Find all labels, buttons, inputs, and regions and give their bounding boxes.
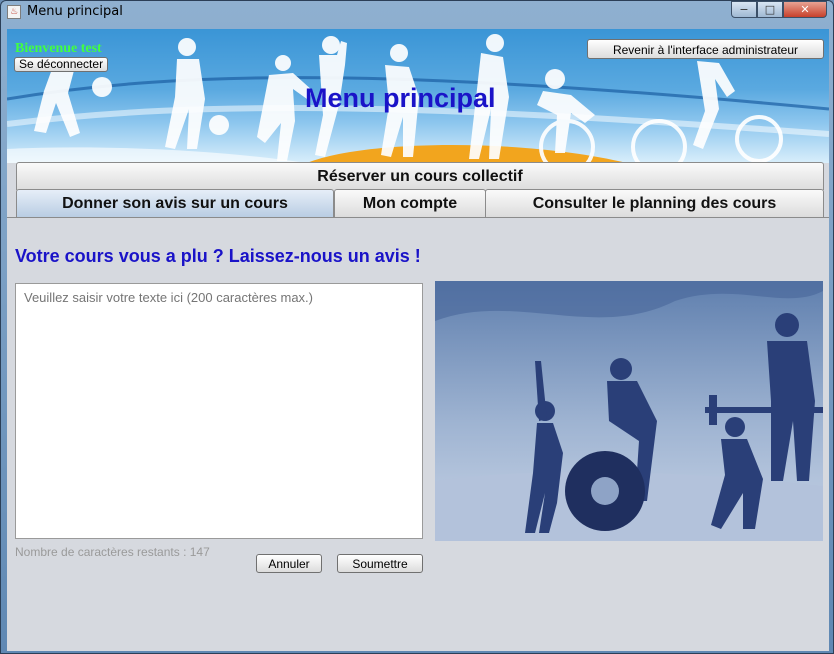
tab-reserver-cours[interactable]: Réserver un cours collectif	[16, 162, 824, 190]
tab-mon-compte[interactable]: Mon compte	[334, 189, 486, 217]
remaining-characters-counter: Nombre de caractères restants : 147	[15, 545, 210, 559]
review-heading: Votre cours vous a plu ? Laissez-nous un…	[15, 246, 421, 266]
application-window: ♨ Menu principal − □ ✕ Bienvenue test Se…	[0, 0, 834, 654]
tab-consulter-planning[interactable]: Consulter le planning des cours	[485, 189, 824, 217]
maximize-button[interactable]: □	[757, 1, 783, 18]
window-title: Menu principal	[27, 4, 123, 19]
close-button[interactable]: ✕	[783, 1, 827, 18]
fitness-photo	[435, 281, 823, 541]
java-cup-icon: ♨	[7, 5, 21, 19]
submit-button[interactable]: Soumettre	[337, 554, 423, 573]
fitness-group-image	[435, 281, 823, 541]
tab-donner-avis[interactable]: Donner son avis sur un cours	[16, 189, 334, 217]
banner-title: Menu principal	[305, 83, 496, 113]
minimize-button[interactable]: −	[731, 1, 757, 18]
cancel-button[interactable]: Annuler	[256, 554, 322, 573]
logout-button[interactable]: Se déconnecter	[14, 57, 109, 72]
sports-banner: Bienvenue test Se déconnecter Revenir à …	[7, 29, 829, 163]
welcome-message: Bienvenue test	[15, 41, 102, 56]
title-bar[interactable]: ♨ Menu principal − □ ✕	[1, 1, 833, 23]
client-area: Bienvenue test Se déconnecter Revenir à …	[7, 29, 829, 651]
tab-divider	[7, 217, 829, 218]
counter-label: Nombre de caractères restants : 147	[15, 545, 210, 559]
window-controls: − □ ✕	[731, 1, 827, 19]
admin-interface-button[interactable]: Revenir à l'interface administrateur	[587, 39, 824, 59]
review-textarea[interactable]	[15, 283, 423, 539]
